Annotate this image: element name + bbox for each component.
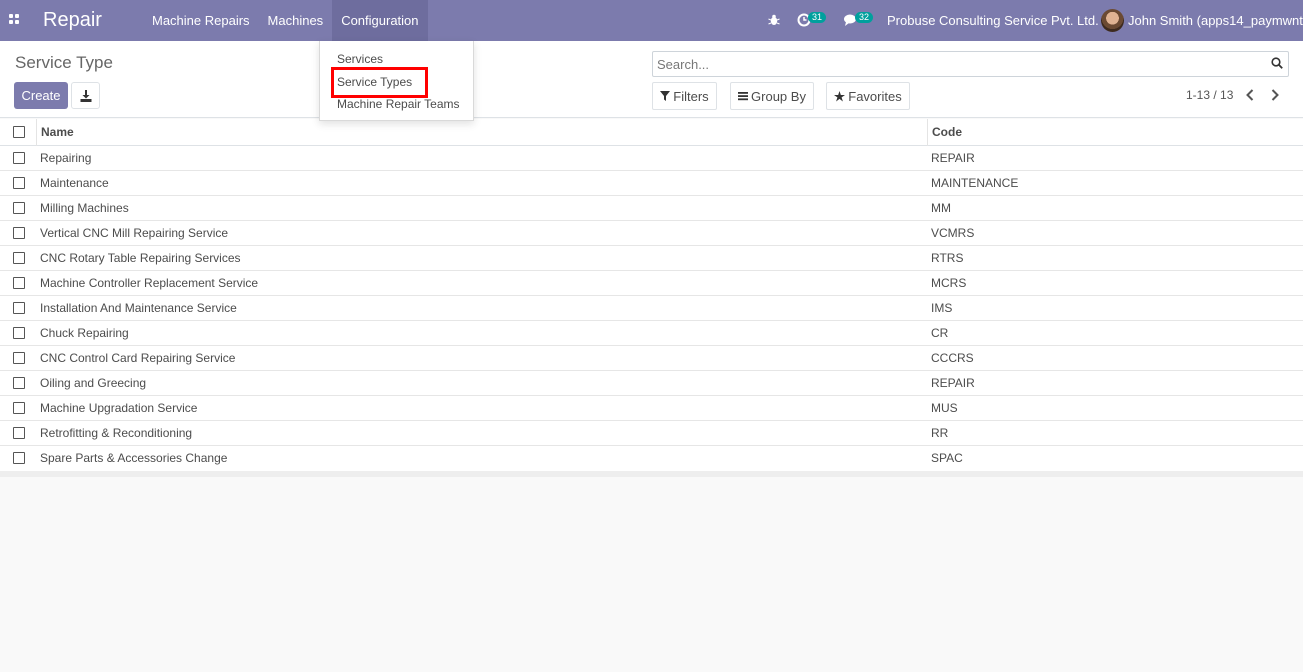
dropdown-item-services[interactable]: Services <box>337 52 383 66</box>
table-row[interactable]: Machine Controller Replacement Service MC… <box>0 271 1303 296</box>
app-title[interactable]: Repair <box>43 9 102 32</box>
row-code: MUS <box>931 401 958 415</box>
row-checkbox[interactable] <box>13 352 25 364</box>
row-name: CNC Rotary Table Repairing Services <box>40 251 241 265</box>
menu-machine-repairs[interactable]: Machine Repairs <box>143 0 259 41</box>
apps-grid-icon[interactable] <box>9 14 20 25</box>
row-name: Milling Machines <box>40 201 129 215</box>
row-code: RR <box>931 426 949 440</box>
configuration-dropdown: Services Service Types Machine Repair Te… <box>319 41 474 121</box>
list-icon <box>738 92 749 101</box>
row-name: Chuck Repairing <box>40 326 129 340</box>
table-row[interactable]: Vertical CNC Mill Repairing Service VCMRS <box>0 221 1303 246</box>
export-button[interactable] <box>71 82 100 109</box>
chevron-right-icon[interactable] <box>1269 88 1281 102</box>
row-name: Oiling and Greecing <box>40 376 147 390</box>
select-all-checkbox[interactable] <box>13 126 25 138</box>
table-row[interactable]: CNC Control Card Repairing Service CCCRS <box>0 346 1303 371</box>
table-row[interactable]: CNC Rotary Table Repairing Services RTRS <box>0 246 1303 271</box>
chevron-left-icon[interactable] <box>1244 88 1256 102</box>
search-box <box>652 51 1289 77</box>
favorites-label: Favorites <box>848 88 902 104</box>
menu-configuration[interactable]: Configuration <box>332 0 428 41</box>
table-row[interactable]: Milling Machines MM <box>0 196 1303 221</box>
service-type-list: Name Code Repairing REPAIR Maintenance MAI… <box>0 119 1303 477</box>
row-name: Machine Upgradation Service <box>40 401 198 415</box>
row-name: Retrofitting & Reconditioning <box>40 426 193 440</box>
row-name: Spare Parts & Accessories Change <box>40 451 228 465</box>
bug-icon[interactable] <box>768 14 780 26</box>
column-name-label: Name <box>41 125 74 139</box>
user-avatar[interactable] <box>1101 9 1124 32</box>
row-name: Installation And Maintenance Service <box>40 301 237 315</box>
row-code: MAINTENANCE <box>931 176 1019 190</box>
row-checkbox[interactable] <box>13 202 25 214</box>
table-row[interactable]: Machine Upgradation Service MUS <box>0 396 1303 421</box>
select-all-cell <box>0 119 37 146</box>
message-count-badge: 32 <box>855 12 874 23</box>
row-checkbox[interactable] <box>13 277 25 289</box>
row-checkbox[interactable] <box>13 377 25 389</box>
row-name: CNC Control Card Repairing Service <box>40 351 236 365</box>
menu-machines[interactable]: Machines <box>259 0 333 41</box>
highlight-box <box>331 67 428 98</box>
row-checkbox[interactable] <box>13 177 25 189</box>
row-name: Vertical CNC Mill Repairing Service <box>40 226 229 240</box>
row-code: SPAC <box>931 451 963 465</box>
row-code: CR <box>931 326 949 340</box>
table-row[interactable]: Chuck Repairing CR <box>0 321 1303 346</box>
user-menu[interactable]: John Smith (apps14_paymwnt) <box>1128 0 1303 41</box>
column-header-name[interactable]: Name <box>37 119 928 146</box>
row-checkbox[interactable] <box>13 252 25 264</box>
download-icon <box>80 89 91 102</box>
row-code: REPAIR <box>931 376 975 390</box>
table-row[interactable]: Retrofitting & Reconditioning RR <box>0 421 1303 446</box>
row-checkbox[interactable] <box>13 327 25 339</box>
row-code: RTRS <box>931 251 964 265</box>
search-input[interactable] <box>657 55 1257 73</box>
create-button[interactable]: Create <box>14 82 68 109</box>
top-navbar: Repair Machine Repairs Machines Configur… <box>0 0 1303 41</box>
table-header: Name Code <box>0 119 1303 146</box>
group-by-button[interactable]: Group By <box>730 82 814 110</box>
row-code: MCRS <box>931 276 967 290</box>
star-icon <box>834 90 846 101</box>
row-name: Repairing <box>40 151 92 165</box>
table-row[interactable]: Oiling and Greecing REPAIR <box>0 371 1303 396</box>
row-checkbox[interactable] <box>13 152 25 164</box>
row-code: VCMRS <box>931 226 975 240</box>
column-header-code[interactable]: Code <box>932 125 962 139</box>
control-panel: Service Type Create Filters Group By Fav… <box>0 41 1303 118</box>
filters-button[interactable]: Filters <box>652 82 717 110</box>
row-name: Machine Controller Replacement Service <box>40 276 259 290</box>
group-by-label: Group By <box>751 88 806 104</box>
dropdown-item-machine-repair-teams[interactable]: Machine Repair Teams <box>337 97 460 111</box>
pager-value[interactable]: 1-13 / 13 <box>1186 88 1233 102</box>
row-code: REPAIR <box>931 151 975 165</box>
search-icon[interactable] <box>1271 57 1283 69</box>
company-switcher[interactable]: Probuse Consulting Service Pvt. Ltd. <box>887 0 1099 41</box>
filters-label: Filters <box>673 88 709 104</box>
breadcrumb: Service Type <box>15 53 113 72</box>
row-checkbox[interactable] <box>13 427 25 439</box>
top-menu: Machine Repairs Machines Configuration <box>143 0 428 41</box>
row-checkbox[interactable] <box>13 227 25 239</box>
row-checkbox[interactable] <box>13 452 25 464</box>
filter-icon <box>660 91 671 101</box>
row-code: IMS <box>931 301 953 315</box>
row-code: MM <box>931 201 951 215</box>
row-checkbox[interactable] <box>13 302 25 314</box>
row-name: Maintenance <box>40 176 109 190</box>
favorites-button[interactable]: Favorites <box>826 82 910 110</box>
table-row[interactable]: Repairing REPAIR <box>0 146 1303 171</box>
table-row[interactable]: Installation And Maintenance Service IMS <box>0 296 1303 321</box>
table-row[interactable]: Spare Parts & Accessories Change SPAC <box>0 446 1303 471</box>
activity-count-badge: 31 <box>808 12 827 23</box>
row-code: CCCRS <box>931 351 974 365</box>
row-checkbox[interactable] <box>13 402 25 414</box>
table-row[interactable]: Maintenance MAINTENANCE <box>0 171 1303 196</box>
